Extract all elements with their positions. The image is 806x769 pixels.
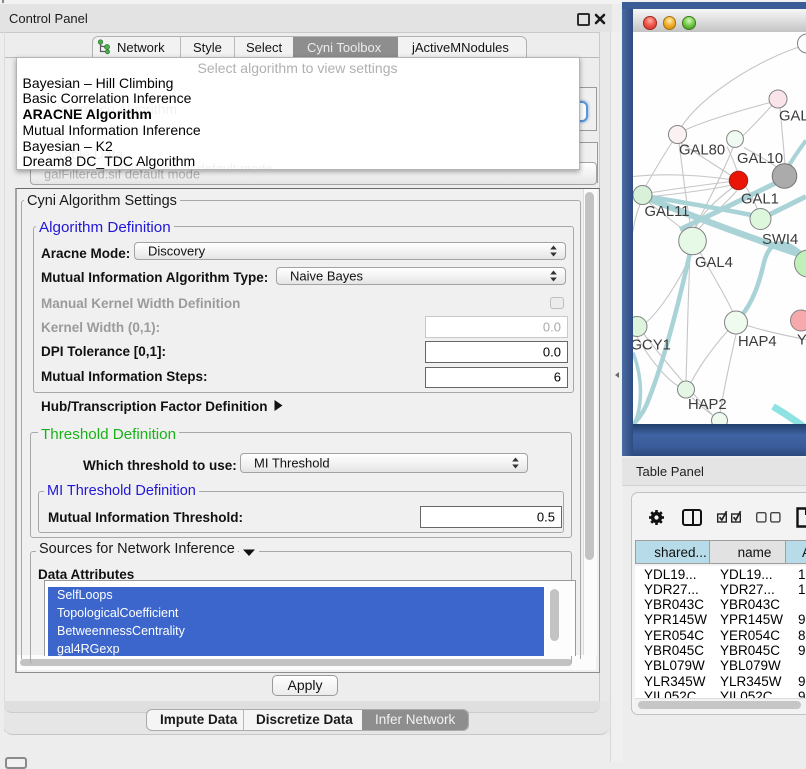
svg-text:GAL10: GAL10 xyxy=(737,151,783,167)
svg-text:GCY1: GCY1 xyxy=(633,337,671,353)
svg-text:GAL: GAL xyxy=(779,108,806,124)
svg-text:HAP2: HAP2 xyxy=(688,397,727,413)
svg-text:HAP4: HAP4 xyxy=(738,334,777,350)
svg-text:GAL4: GAL4 xyxy=(695,255,733,271)
svg-text:Y: Y xyxy=(797,332,806,348)
svg-text:GAL1: GAL1 xyxy=(741,191,779,207)
svg-text:GAL80: GAL80 xyxy=(679,142,725,158)
svg-text:GAL11: GAL11 xyxy=(645,204,690,220)
svg-text:SWI4: SWI4 xyxy=(762,232,798,248)
